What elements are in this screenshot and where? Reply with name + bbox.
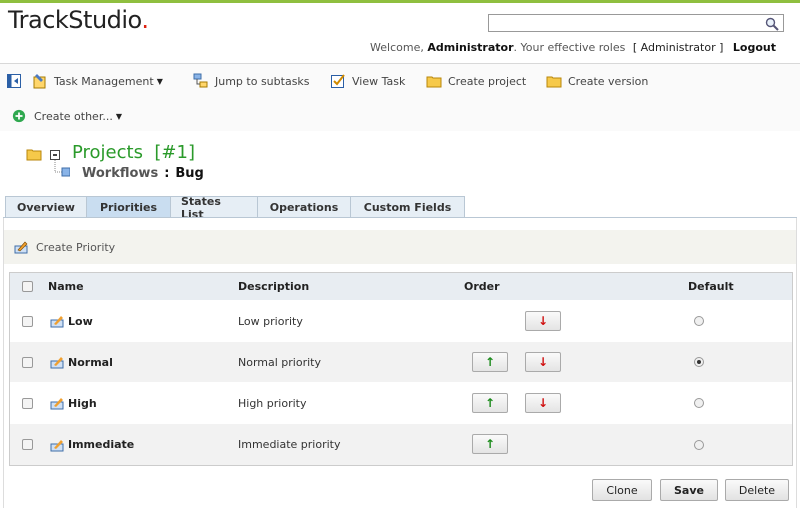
logout-link[interactable]: Logout (733, 41, 776, 54)
create-project-button[interactable]: Create project (426, 72, 526, 90)
toolbar: Task Management ▼ Jump to subtasks View … (0, 63, 800, 131)
delete-button[interactable]: Delete (725, 479, 789, 501)
row-checkbox[interactable] (22, 397, 33, 409)
collapse-panel-icon (7, 74, 21, 88)
welcome-bar: Welcome, Administrator. Your effective r… (370, 41, 776, 54)
edit-icon (14, 241, 28, 254)
action-bar: Create Priority (4, 230, 796, 264)
breadcrumb-tree-icon (26, 149, 71, 177)
chevron-down-icon: ▼ (115, 111, 122, 121)
move-down-button[interactable]: ↓ (525, 311, 561, 331)
create-other-menu[interactable]: Create other... ▼ (12, 107, 122, 125)
top-accent-bar (0, 0, 800, 3)
move-up-button[interactable]: ↑ (472, 352, 508, 372)
clone-button[interactable]: Clone (592, 479, 652, 501)
priority-description: Immediate priority (238, 438, 341, 451)
create-project-label: Create project (448, 74, 527, 88)
priority-description: Low priority (238, 314, 303, 328)
search-icon[interactable] (765, 17, 779, 31)
search-box (488, 14, 784, 32)
row-checkbox[interactable] (22, 356, 33, 368)
tab-custom-fields[interactable]: Custom Fields (350, 196, 465, 218)
create-version-button[interactable]: Create version (546, 72, 648, 90)
priority-description: High priority (238, 396, 307, 410)
breadcrumb: Workflows: Bug (82, 166, 204, 181)
view-task-button[interactable]: View Task (330, 72, 405, 90)
edit-icon (50, 439, 64, 451)
edit-icon (50, 398, 64, 410)
table-row: Normal Normal priority ↑ ↓ (10, 342, 792, 383)
priorities-table: Name Description Order Default Low Low p… (9, 272, 793, 466)
task-management-label: Task Management (54, 74, 154, 88)
move-up-button[interactable]: ↑ (472, 434, 508, 454)
create-priority-link[interactable]: Create Priority (36, 241, 115, 254)
priority-name-link[interactable]: Immediate (68, 438, 134, 451)
header-default: Default (688, 280, 734, 293)
save-button[interactable]: Save (660, 479, 718, 501)
edit-icon (50, 357, 64, 369)
welcome-roles-text: . Your effective roles (513, 41, 626, 54)
default-radio[interactable] (694, 398, 704, 408)
default-radio[interactable] (694, 439, 704, 450)
breadcrumb-icons (26, 142, 71, 185)
table-header: Name Description Order Default (10, 273, 792, 301)
collapse-panel-button[interactable] (6, 72, 22, 90)
breadcrumb-separator: : (164, 166, 170, 181)
task-management-menu[interactable]: Task Management ▼ (32, 72, 163, 90)
table-row: High High priority ↑ ↓ (10, 383, 792, 424)
logo-dot: . (141, 6, 149, 34)
chevron-down-icon: ▼ (156, 76, 163, 86)
app-logo[interactable]: TrackStudio. (8, 6, 149, 34)
row-checkbox[interactable] (22, 315, 33, 327)
header-order: Order (464, 280, 500, 293)
edit-icon (50, 316, 64, 328)
tab-bar: Overview Priorities States List Operatio… (5, 195, 465, 221)
add-icon (12, 109, 26, 123)
jump-to-subtasks-button[interactable]: Jump to subtasks (193, 72, 310, 90)
default-radio[interactable] (694, 316, 704, 326)
move-down-button[interactable]: ↓ (525, 352, 561, 372)
welcome-prefix: Welcome, (370, 41, 424, 54)
tab-overview[interactable]: Overview (5, 196, 87, 218)
welcome-roles: [ Administrator ] (632, 41, 724, 54)
breadcrumb-workflows-link[interactable]: Workflows (82, 166, 158, 181)
view-task-icon (331, 74, 345, 88)
row-checkbox[interactable] (22, 439, 33, 450)
header-name: Name (48, 280, 84, 293)
create-version-label: Create version (568, 74, 649, 88)
table-row: Low Low priority ↓ (10, 301, 792, 342)
subtasks-icon (193, 73, 208, 88)
move-up-button[interactable]: ↑ (472, 393, 508, 413)
create-other-label: Create other... (34, 109, 113, 123)
welcome-user: Administrator (427, 41, 514, 54)
tab-states-list[interactable]: States List (170, 195, 258, 221)
table-row: Immediate Immediate priority ↑ (10, 424, 792, 465)
priority-name-link[interactable]: Low (68, 315, 93, 328)
tab-operations[interactable]: Operations (257, 196, 351, 218)
select-all-checkbox[interactable] (22, 281, 33, 292)
folder-icon (426, 76, 442, 88)
search-input[interactable] (489, 15, 759, 31)
move-down-button[interactable]: ↓ (525, 393, 561, 413)
header-description: Description (238, 280, 310, 293)
default-radio-selected[interactable] (694, 357, 704, 367)
breadcrumb-current: Bug (175, 166, 204, 181)
task-management-icon (33, 74, 46, 89)
jump-to-subtasks-label: Jump to subtasks (215, 74, 310, 88)
page-title[interactable]: Projects [#1] (72, 142, 195, 163)
priority-name-link[interactable]: High (68, 397, 97, 410)
priority-description: Normal priority (238, 355, 321, 369)
tab-priorities[interactable]: Priorities (86, 196, 171, 218)
tab-panel: Create Priority Name Description Order D… (3, 218, 797, 508)
folder-icon (546, 76, 562, 88)
priority-name-link[interactable]: Normal (68, 356, 113, 369)
logo-text: TrackStudio (8, 6, 142, 34)
view-task-label: View Task (352, 74, 406, 88)
